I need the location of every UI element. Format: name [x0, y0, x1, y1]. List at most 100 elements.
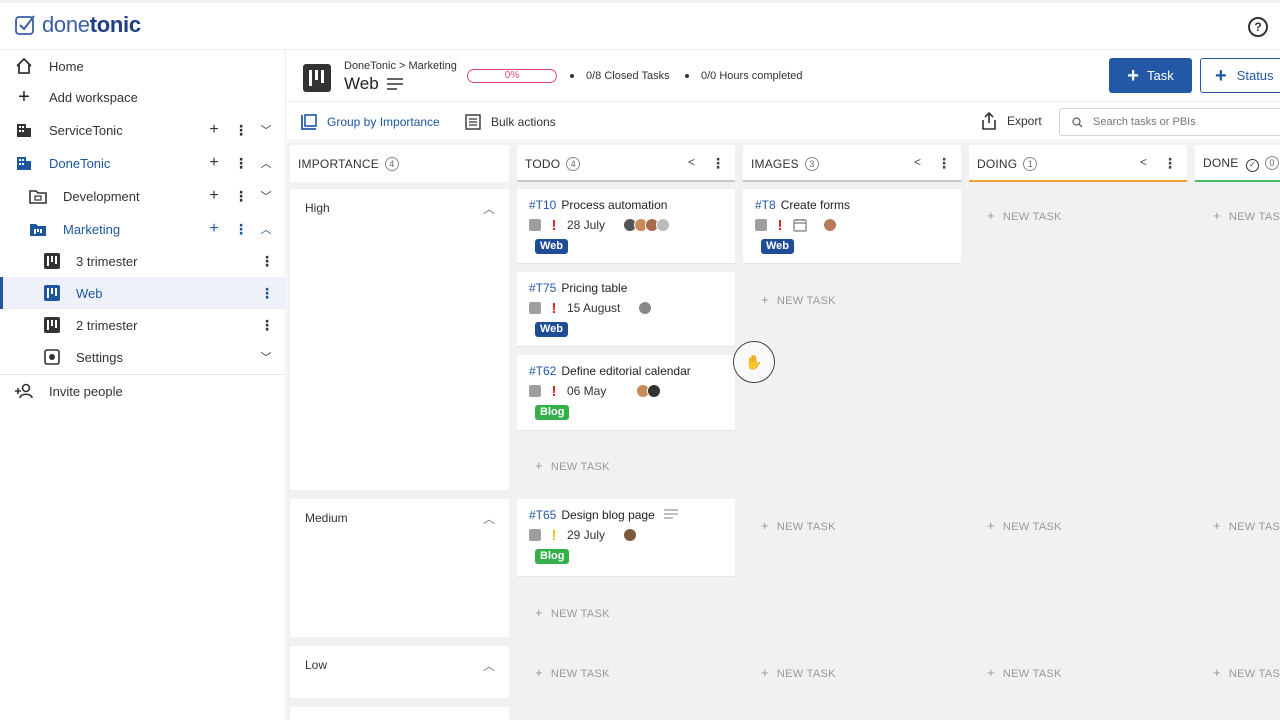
chevron-up-icon[interactable]: ︿	[483, 657, 495, 674]
sidebar-item-servicetonic[interactable]: ServiceTonic + ⋮ ﹀	[0, 114, 286, 146]
new-task-button[interactable]: +NEW TASK	[761, 665, 836, 680]
task-card[interactable]: #T10 Process automation ! 28 July Web	[517, 189, 735, 264]
new-task-button[interactable]: +NEW TASK	[1213, 208, 1280, 223]
add-icon[interactable]: +	[208, 121, 220, 139]
assignees[interactable]	[636, 384, 662, 398]
task-card[interactable]: #T62 Define editorial calendar ! 06 May B…	[517, 355, 735, 431]
new-task-button[interactable]: +NEW TASK	[535, 605, 610, 620]
search-input[interactable]	[1093, 116, 1273, 128]
sidebar-item-label: 3 trimester	[76, 253, 138, 269]
sidebar-item-donetonic[interactable]: DoneTonic + ⋮ ︿	[0, 147, 286, 179]
more-options-icon[interactable]: ⋮	[234, 188, 248, 205]
chevron-up-icon[interactable]: ︿	[260, 155, 272, 171]
priority-high-icon: !	[551, 299, 557, 317]
help-icon[interactable]: ?	[1248, 17, 1268, 37]
task-date: 29 July	[567, 528, 606, 542]
app-logo[interactable]: done tonic	[14, 12, 141, 38]
sidebar-item-invite-people[interactable]: Invite people	[0, 375, 286, 407]
task-card[interactable]: #T65 Design blog page ! 29 July Blog	[517, 499, 735, 577]
add-status-label: Status	[1236, 68, 1274, 83]
collapse-left-icon[interactable]: <	[1140, 155, 1147, 172]
add-task-button[interactable]: + Task	[1109, 58, 1192, 93]
column-header-done: DONE ✓ 0	[1195, 145, 1280, 182]
task-title[interactable]: #T65 Design blog page	[529, 508, 679, 522]
settings-icon	[42, 347, 62, 367]
column-underline	[517, 180, 735, 182]
task-title[interactable]: #T62 Define editorial calendar	[529, 364, 691, 378]
assignees[interactable]	[638, 301, 653, 315]
new-task-button[interactable]: +NEW TASK	[535, 665, 610, 680]
add-icon[interactable]: +	[208, 154, 220, 172]
group-by-button[interactable]: Group by Importance	[301, 114, 440, 130]
task-name: Process automation	[561, 198, 668, 212]
more-options-icon[interactable]: ⋮	[234, 155, 248, 172]
sidebar-item-2-trimester[interactable]: 2 trimester ⋮	[0, 309, 286, 341]
add-status-button[interactable]: + Status	[1200, 58, 1280, 93]
closed-tasks-text: 0/8 Closed Tasks	[586, 70, 670, 82]
description-icon[interactable]	[386, 78, 403, 90]
breadcrumb[interactable]: DoneTonic > Marketing	[344, 60, 457, 72]
assignees[interactable]	[623, 528, 638, 542]
new-task-button[interactable]: +NEW TASK	[1213, 518, 1280, 533]
more-options-icon[interactable]: ⋮	[711, 155, 725, 172]
sidebar: Home + Add workspace ServiceTonic + ⋮ ﹀ …	[0, 50, 286, 720]
sidebar-item-marketing[interactable]: Marketing + ⋮ ︿	[0, 213, 286, 245]
sidebar-item-settings[interactable]: Settings ﹀	[0, 341, 286, 373]
folder-icon	[28, 219, 48, 239]
task-name: Create forms	[780, 198, 851, 212]
more-options-icon[interactable]: ⋮	[260, 317, 274, 334]
chevron-down-icon[interactable]: ﹀	[260, 122, 272, 138]
chevron-up-icon[interactable]: ︿	[483, 200, 495, 217]
chevron-down-icon[interactable]: ﹀	[260, 188, 272, 204]
add-icon[interactable]: +	[208, 187, 220, 205]
collapse-left-icon[interactable]: <	[688, 155, 695, 172]
more-options-icon[interactable]: ⋮	[1163, 155, 1177, 172]
chevron-down-icon[interactable]: ﹀	[260, 349, 272, 365]
new-task-button[interactable]: +NEW TASK	[535, 458, 610, 473]
new-task-button[interactable]: +NEW TASK	[761, 518, 836, 533]
sidebar-item-3-trimester[interactable]: 3 trimester ⋮	[0, 245, 286, 277]
sidebar-item-web[interactable]: Web ⋮	[0, 277, 286, 309]
calendar-icon[interactable]	[793, 218, 807, 232]
sidebar-item-label: Invite people	[49, 383, 123, 399]
column-count: 1	[1023, 156, 1038, 171]
new-task-button[interactable]: +NEW TASK	[987, 518, 1062, 533]
column-header-images: IMAGES 3 < ⋮	[743, 145, 961, 182]
search-box[interactable]	[1059, 108, 1280, 136]
hours-completed-text: 0/0 Hours completed	[701, 70, 803, 82]
task-card[interactable]: #T75 Pricing table ! 15 August Web	[517, 272, 735, 347]
group-icon	[301, 114, 317, 130]
more-options-icon[interactable]: ⋮	[937, 155, 951, 172]
chevron-up-icon[interactable]: ︿	[260, 221, 272, 237]
priority-medium-icon: !	[551, 526, 557, 544]
lane-title: Medium	[305, 511, 348, 525]
more-options-icon[interactable]: ⋮	[260, 285, 274, 302]
assignees[interactable]	[823, 218, 837, 232]
task-date: 28 July	[567, 218, 606, 232]
export-button[interactable]: Export	[981, 112, 1042, 130]
sidebar-item-add-workspace[interactable]: + Add workspace	[0, 81, 286, 113]
sidebar-item-development[interactable]: Development + ⋮ ﹀	[0, 180, 286, 212]
collapse-left-icon[interactable]: <	[914, 155, 921, 172]
priority-high-icon: !	[777, 216, 783, 234]
new-task-button[interactable]: +NEW TASK	[987, 208, 1062, 223]
bulk-actions-button[interactable]: Bulk actions	[465, 114, 556, 130]
more-options-icon[interactable]: ⋮	[234, 122, 248, 139]
more-options-icon[interactable]: ⋮	[234, 221, 248, 238]
task-title[interactable]: #T10 Process automation	[529, 198, 667, 212]
sidebar-item-label: ServiceTonic	[49, 122, 123, 138]
task-title[interactable]: #T75 Pricing table	[529, 281, 627, 295]
new-task-button[interactable]: +NEW TASK	[1213, 665, 1280, 680]
more-options-icon[interactable]: ⋮	[260, 253, 274, 270]
chevron-up-icon[interactable]: ︿	[483, 510, 495, 527]
sidebar-item-label: Development	[63, 188, 140, 204]
assignees[interactable]	[623, 218, 671, 232]
add-icon[interactable]: +	[208, 220, 220, 238]
task-card[interactable]: #T8 Create forms ! Web	[743, 189, 961, 264]
bulk-actions-label: Bulk actions	[491, 115, 556, 129]
new-task-button[interactable]: +NEW TASK	[987, 665, 1062, 680]
avatar	[656, 218, 671, 232]
new-task-button[interactable]: +NEW TASK	[761, 292, 836, 307]
task-title[interactable]: #T8 Create forms	[755, 198, 850, 212]
sidebar-item-home[interactable]: Home	[0, 50, 286, 82]
